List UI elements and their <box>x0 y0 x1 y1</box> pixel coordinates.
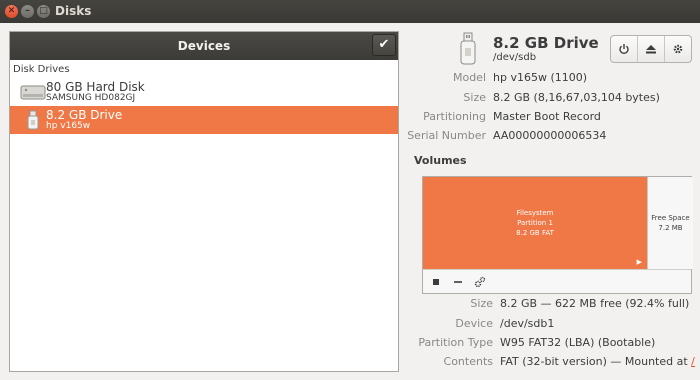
volume-toolbar <box>423 269 691 293</box>
usb-drive-icon <box>27 110 39 130</box>
partition-options-button[interactable] <box>473 275 487 289</box>
partition-1-block[interactable]: Filesystem Partition 1 8.2 GB FAT ▶ <box>423 177 647 269</box>
hard-disk-icon <box>20 85 46 100</box>
volume-map: Filesystem Partition 1 8.2 GB FAT ▶ Free… <box>422 176 693 294</box>
devices-header: Devices ✔ <box>10 32 398 60</box>
volume-size-label: Size <box>470 297 493 310</box>
devices-panel: Devices ✔ Disk Drives 80 GB Hard Disk SA… <box>9 31 399 372</box>
device-item-usb-drive[interactable]: 8.2 GB Drive hp v165w <box>10 106 398 134</box>
usb-drive-icon <box>460 32 476 65</box>
model-value: hp v165w (1100) <box>493 71 588 84</box>
partition-size-text: 8.2 GB FAT <box>516 229 554 237</box>
size-value: 8.2 GB (8,16,67,03,104 bytes) <box>493 91 660 104</box>
partition-type-value: W95 FAT32 (LBA) (Bootable) <box>500 336 656 349</box>
partition-name-text: Partition 1 <box>517 219 553 227</box>
drive-title: 8.2 GB Drive <box>493 34 599 52</box>
free-space-label: Free Space <box>651 214 690 222</box>
volumes-heading: Volumes <box>414 154 467 167</box>
contents-label: Contents <box>443 355 493 368</box>
model-label: Model <box>452 71 486 84</box>
unmount-button[interactable] <box>429 275 443 289</box>
device-model: hp v165w <box>46 121 91 131</box>
contents-value: FAT (32-bit version) — Mounted at /... <box>500 355 695 368</box>
power-off-button[interactable] <box>611 36 638 62</box>
free-space-block[interactable]: Free Space 7.2 MB <box>647 177 693 269</box>
serial-number-value: AA00000000006534 <box>493 129 607 142</box>
eject-icon <box>646 45 656 54</box>
gear-icon <box>673 44 683 54</box>
contents-text: FAT (32-bit version) — Mounted at <box>500 355 688 368</box>
gears-icon <box>474 276 486 288</box>
device-model: SAMSUNG HD082GJ <box>46 93 136 103</box>
close-window-button[interactable]: ✕ <box>5 5 18 18</box>
free-space-size: 7.2 MB <box>658 224 683 232</box>
device-item-hard-disk[interactable]: 80 GB Hard Disk SAMSUNG HD082GJ <box>10 78 398 106</box>
title-bar: ✕ – □ Disks <box>0 0 700 23</box>
size-label: Size <box>463 91 486 104</box>
device-label: Device <box>455 317 493 330</box>
delete-partition-button[interactable] <box>451 275 465 289</box>
device-name: 80 GB Hard Disk <box>46 80 145 94</box>
partitioning-label: Partitioning <box>423 110 486 123</box>
drive-actions <box>610 35 692 63</box>
device-name: 8.2 GB Drive <box>46 108 123 122</box>
drive-settings-button[interactable] <box>665 36 691 62</box>
checkmark-icon: ✔ <box>378 37 390 52</box>
partition-type-text: Filesystem <box>516 209 554 217</box>
volume-size-value: 8.2 GB — 622 MB free (92.4% full) <box>500 297 690 310</box>
eject-button[interactable] <box>638 36 665 62</box>
partition-type-label: Partition Type <box>418 336 493 349</box>
minus-icon <box>454 281 462 283</box>
serial-number-label: Serial Number <box>407 129 486 142</box>
drive-path: /dev/sdb <box>493 52 537 63</box>
disk-drives-section-label: Disk Drives <box>13 64 70 75</box>
window-title: Disks <box>55 4 92 18</box>
minimize-window-button[interactable]: – <box>21 5 34 18</box>
stop-icon <box>433 279 439 285</box>
devices-header-label: Devices <box>177 39 231 53</box>
device-value: /dev/sdb1 <box>500 317 555 330</box>
mount-point-link[interactable]: /... <box>691 355 695 368</box>
power-icon <box>619 44 629 55</box>
select-mode-button[interactable]: ✔ <box>372 34 396 56</box>
maximize-window-button[interactable]: □ <box>37 5 50 18</box>
mounted-indicator-icon: ▶ <box>636 258 642 266</box>
partitioning-value: Master Boot Record <box>493 110 601 123</box>
